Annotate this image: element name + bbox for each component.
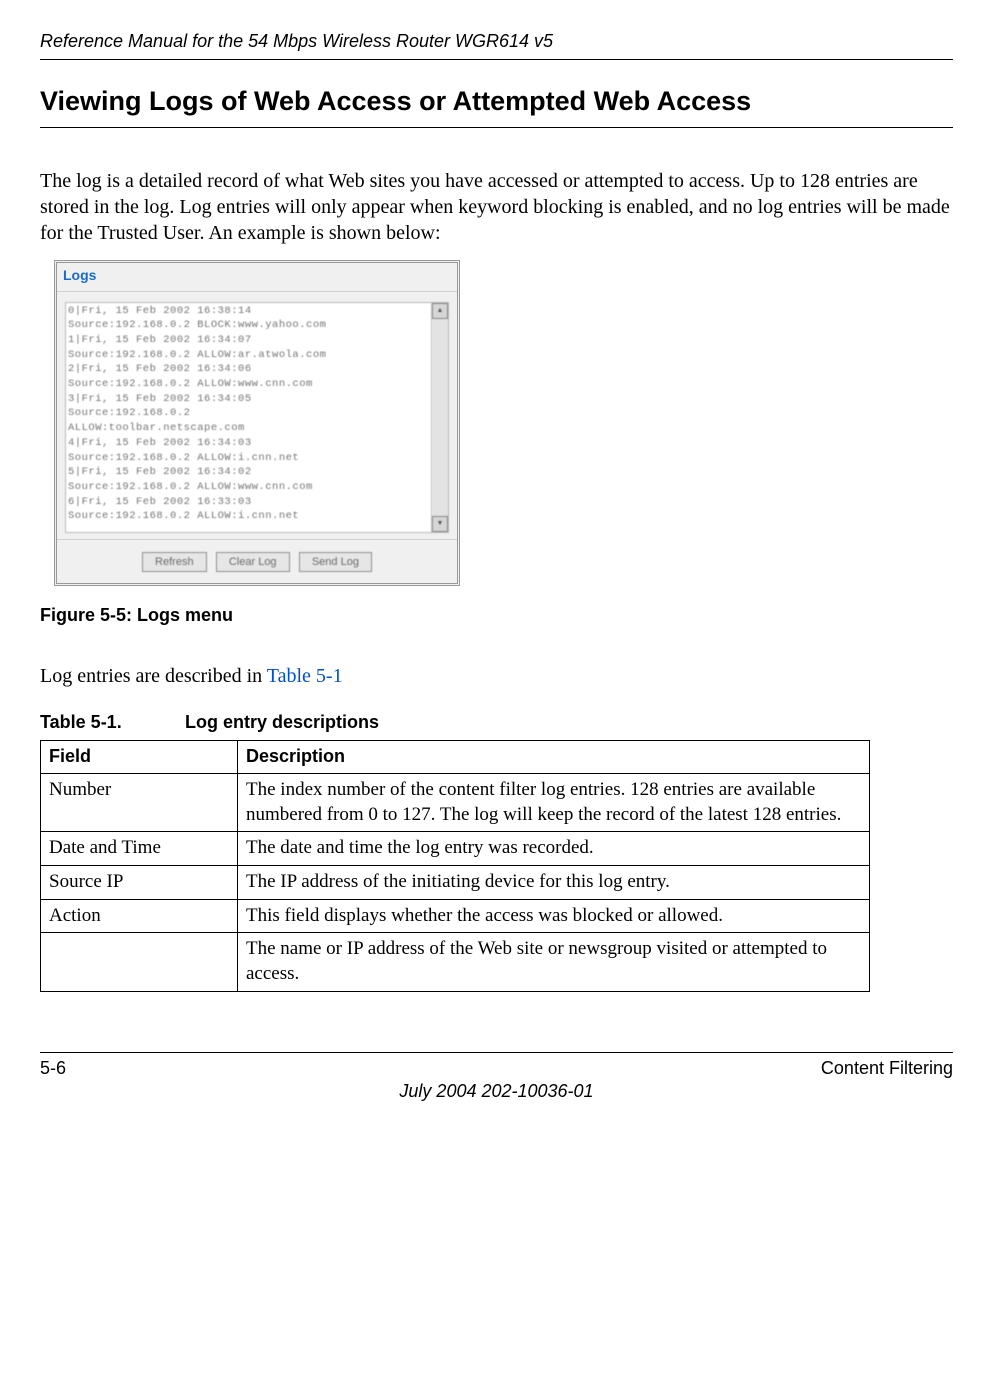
table-caption-title: Log entry descriptions <box>185 712 379 732</box>
logs-screenshot: Logs 0|Fri, 15 Feb 2002 16:38:14 Source:… <box>54 260 460 585</box>
cell-field: Source IP <box>41 865 238 899</box>
table-caption-label: Table 5-1. <box>40 711 180 734</box>
footer-section: Content Filtering <box>821 1057 953 1080</box>
scroll-down-icon[interactable]: ▼ <box>432 516 448 532</box>
cell-field: Date and Time <box>41 832 238 866</box>
logs-panel-title: Logs <box>57 263 457 291</box>
cell-desc: The name or IP address of the Web site o… <box>238 933 870 991</box>
table-reference-text: Log entries are described in Table 5-1 <box>40 663 953 689</box>
cell-desc: The IP address of the initiating device … <box>238 865 870 899</box>
send-log-button[interactable]: Send Log <box>299 552 372 572</box>
log-entries-text[interactable]: 0|Fri, 15 Feb 2002 16:38:14 Source:192.1… <box>65 302 432 533</box>
table-row: Source IP The IP address of the initiati… <box>41 865 870 899</box>
log-entry-table: Field Description Number The index numbe… <box>40 740 870 991</box>
cell-field <box>41 933 238 991</box>
table-row: Action This field displays whether the a… <box>41 899 870 933</box>
table-link[interactable]: Table 5-1 <box>267 665 343 687</box>
refresh-button[interactable]: Refresh <box>142 552 207 572</box>
table-header-description: Description <box>238 741 870 773</box>
table-row: Date and Time The date and time the log … <box>41 832 870 866</box>
scrollbar[interactable]: ▲ ▼ <box>432 302 449 533</box>
clear-log-button[interactable]: Clear Log <box>216 552 290 572</box>
table-row: The name or IP address of the Web site o… <box>41 933 870 991</box>
page-number: 5-6 <box>40 1057 66 1080</box>
table-caption: Table 5-1. Log entry descriptions <box>40 711 953 734</box>
page-footer: 5-6 Content Filtering July 2004 202-1003… <box>40 1052 953 1104</box>
footer-date-line: July 2004 202-10036-01 <box>40 1080 953 1103</box>
intro-paragraph: The log is a detailed record of what Web… <box>40 168 953 246</box>
cell-desc: This field displays whether the access w… <box>238 899 870 933</box>
table-header-field: Field <box>41 741 238 773</box>
logs-textarea: 0|Fri, 15 Feb 2002 16:38:14 Source:192.1… <box>65 302 449 533</box>
figure-caption: Figure 5-5: Logs menu <box>40 604 953 627</box>
cell-desc: The date and time the log entry was reco… <box>238 832 870 866</box>
logs-button-row: Refresh Clear Log Send Log <box>57 539 457 583</box>
cell-field: Number <box>41 773 238 831</box>
section-title: Viewing Logs of Web Access or Attempted … <box>40 84 953 128</box>
mid-text-pre: Log entries are described in <box>40 665 267 687</box>
running-header: Reference Manual for the 54 Mbps Wireles… <box>40 30 953 60</box>
scroll-up-icon[interactable]: ▲ <box>432 303 448 319</box>
cell-field: Action <box>41 899 238 933</box>
table-row: Number The index number of the content f… <box>41 773 870 831</box>
cell-desc: The index number of the content filter l… <box>238 773 870 831</box>
